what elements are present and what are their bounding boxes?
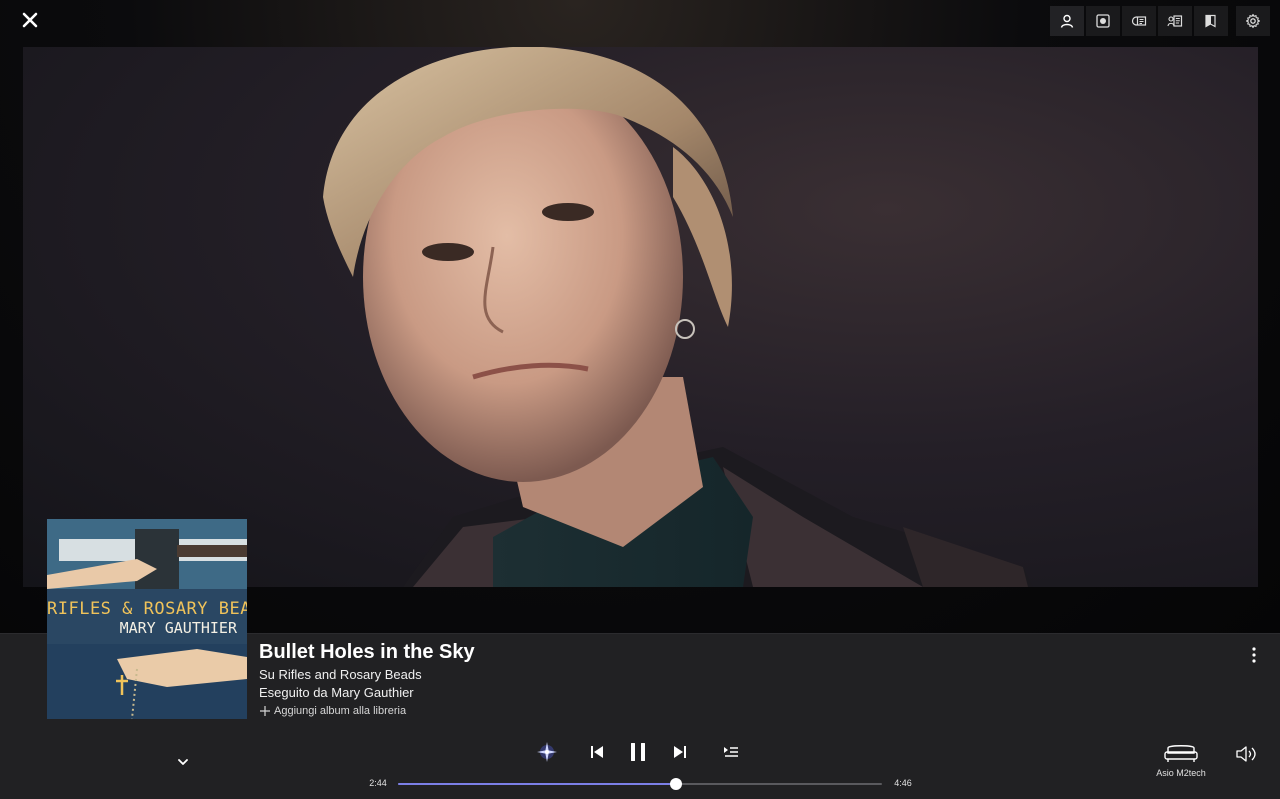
previous-track-button[interactable] bbox=[588, 743, 606, 761]
more-options-button[interactable] bbox=[1245, 645, 1263, 665]
gear-icon bbox=[1245, 13, 1261, 29]
view-toolbar bbox=[1050, 6, 1270, 36]
sparkle-icon bbox=[537, 742, 557, 762]
track-artist-link[interactable]: Eseguito da Mary Gauthier bbox=[259, 685, 414, 700]
couch-icon bbox=[1164, 745, 1198, 762]
output-device-label: Asio M2tech bbox=[1156, 768, 1206, 778]
seek-bar[interactable] bbox=[398, 778, 882, 790]
credits-view-button[interactable] bbox=[1158, 6, 1192, 36]
pause-button[interactable] bbox=[627, 740, 649, 764]
output-device-button[interactable]: Asio M2tech bbox=[1150, 742, 1212, 786]
artist-view-button[interactable] bbox=[1050, 6, 1084, 36]
seek-handle[interactable] bbox=[669, 778, 682, 790]
add-album-label: Aggiungi album alla libreria bbox=[274, 705, 407, 717]
close-button[interactable] bbox=[16, 6, 44, 34]
album-cover[interactable]: RIFLES & ROSARY BEADS MARY GAUTHIER bbox=[47, 519, 247, 719]
settings-button[interactable] bbox=[1236, 6, 1270, 36]
collapse-player-button[interactable] bbox=[174, 754, 192, 770]
seek-fill bbox=[398, 783, 676, 785]
book-icon bbox=[1205, 14, 1216, 28]
info-card-icon bbox=[1131, 16, 1147, 26]
album-cover-artist: MARY GAUTHIER bbox=[119, 619, 237, 637]
close-icon bbox=[22, 12, 38, 28]
queue-button[interactable] bbox=[722, 743, 740, 761]
current-time: 2:44 bbox=[369, 778, 387, 788]
volume-button[interactable] bbox=[1235, 743, 1259, 765]
skip-forward-icon bbox=[674, 746, 686, 758]
album-view-button[interactable] bbox=[1086, 6, 1120, 36]
pause-icon bbox=[631, 743, 645, 761]
info-view-button[interactable] bbox=[1122, 6, 1156, 36]
track-title[interactable]: Bullet Holes in the Sky bbox=[259, 641, 475, 664]
add-album-button[interactable]: Aggiungi album alla libreria bbox=[259, 705, 406, 717]
queue-icon bbox=[724, 747, 738, 757]
total-time: 4:46 bbox=[894, 778, 912, 788]
lyrics-view-button[interactable] bbox=[1194, 6, 1228, 36]
skip-back-icon bbox=[591, 746, 603, 758]
record-icon bbox=[1096, 14, 1110, 28]
track-album-link[interactable]: Su Rifles and Rosary Beads bbox=[259, 667, 422, 682]
volume-icon bbox=[1236, 746, 1256, 762]
next-track-button[interactable] bbox=[671, 743, 689, 761]
person-icon bbox=[1060, 14, 1074, 28]
credits-icon bbox=[1167, 15, 1183, 27]
more-vertical-icon bbox=[1252, 647, 1256, 663]
artist-photo bbox=[23, 47, 1258, 587]
plus-icon bbox=[260, 706, 270, 716]
radio-button[interactable] bbox=[535, 740, 559, 764]
chevron-down-icon bbox=[178, 759, 188, 765]
album-cover-title: RIFLES & ROSARY BEADS bbox=[47, 599, 247, 619]
